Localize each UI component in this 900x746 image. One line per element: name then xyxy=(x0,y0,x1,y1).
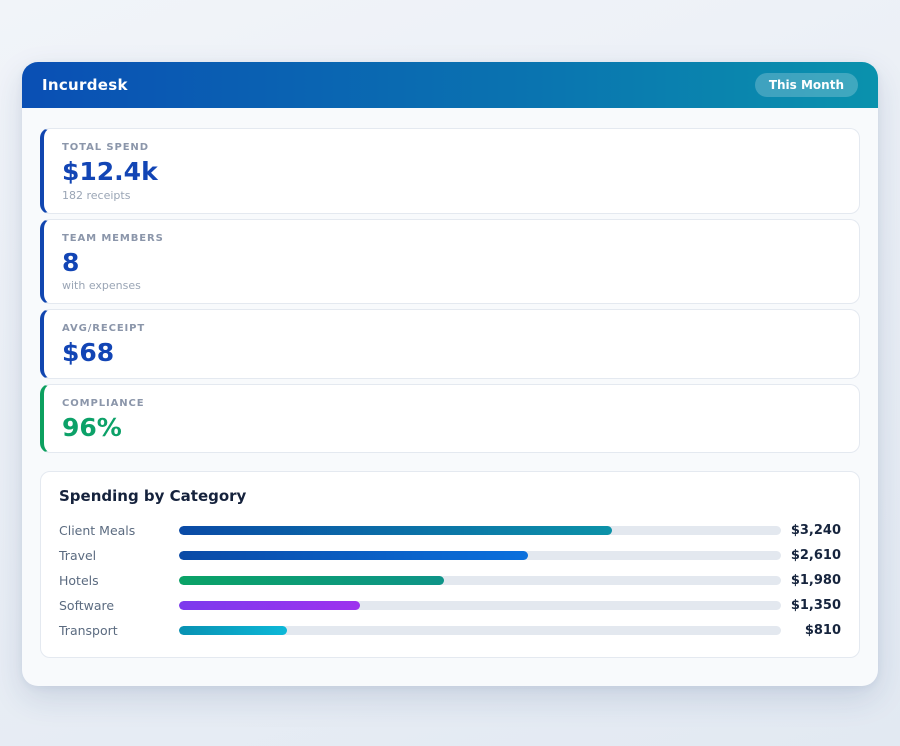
bar-track xyxy=(179,551,781,560)
bar-fill-software xyxy=(179,601,360,610)
category-label: Software xyxy=(59,598,115,613)
stat-subtext: with expenses xyxy=(62,279,141,292)
bar-track xyxy=(179,526,781,535)
chart-row: Client Meals $3,240 xyxy=(59,518,841,543)
stat-card-compliance: COMPLIANCE 96% xyxy=(40,383,860,453)
chart-row: Travel $2,610 xyxy=(59,543,841,568)
category-label: Travel xyxy=(59,548,97,563)
bar-track xyxy=(179,601,781,610)
this-month-badge[interactable]: This Month xyxy=(754,73,858,97)
bar-track xyxy=(179,626,781,635)
bar-fill-travel xyxy=(179,551,529,560)
bar-value: $810 xyxy=(804,623,841,638)
chart-row: Hotels $1,980 xyxy=(59,568,841,593)
stat-card-total-spend: TOTAL SPEND $12.4k 182 receipts xyxy=(40,128,860,214)
app-header: Incurdesk This Month xyxy=(22,62,878,108)
stat-subtext: 182 receipts xyxy=(62,188,131,202)
bar-value: $2,610 xyxy=(790,548,841,563)
stat-value: $12.4k xyxy=(62,157,158,186)
stat-label: TEAM MEMBERS xyxy=(62,232,164,244)
stat-card-team-members: TEAM MEMBERS 8 with expenses xyxy=(40,218,860,304)
stat-value: $68 xyxy=(62,338,115,367)
category-label: Transport xyxy=(59,623,118,638)
stat-label: COMPLIANCE xyxy=(62,397,145,409)
chart-row: Software $1,350 xyxy=(59,593,841,618)
stat-label: TOTAL SPEND xyxy=(62,142,149,153)
bar-value: $1,350 xyxy=(790,598,841,613)
bar-fill-hotels xyxy=(179,576,444,585)
bar-fill-client-meals xyxy=(179,526,613,535)
stat-value: 96% xyxy=(62,412,122,442)
category-label: Client Meals xyxy=(59,523,136,538)
dashboard-content: TOTAL SPEND $12.4k 182 receipts TEAM MEM… xyxy=(22,108,878,678)
app-title: Incurdesk xyxy=(42,76,128,94)
stat-value: 8 xyxy=(62,247,80,277)
dashboard-card: Incurdesk This Month TOTAL SPEND $12.4k … xyxy=(22,62,878,686)
stat-label: AVG/RECEIPT xyxy=(62,323,146,334)
chart-title: Spending by Category xyxy=(59,487,247,505)
bar-track xyxy=(179,576,781,585)
bar-value: $3,240 xyxy=(790,523,841,538)
stat-card-avg-receipt: AVG/RECEIPT $68 xyxy=(40,309,860,379)
chart-row: Transport $810 xyxy=(59,618,841,643)
bar-fill-transport xyxy=(179,626,288,635)
bar-value: $1,980 xyxy=(790,573,841,588)
spending-by-category-chart: Spending by Category Client Meals $3,240… xyxy=(40,471,860,658)
category-label: Hotels xyxy=(59,573,99,588)
